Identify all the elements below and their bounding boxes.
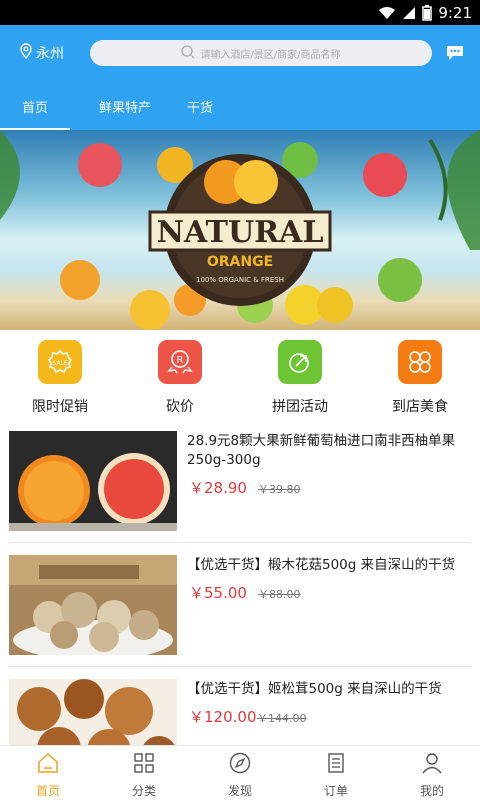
status-time: 9:21 <box>438 3 472 22</box>
banner-logo-ribbon: 100% ORGANIC & FRESH <box>196 276 284 284</box>
message-button[interactable] <box>445 44 465 66</box>
home-icon <box>37 752 59 777</box>
search-icon <box>181 44 195 62</box>
chat-bubble-icon <box>445 46 465 66</box>
app-header: 永州 请输入酒店/景区/商家/商品名称 首页 鲜果特产 干货 <box>0 25 480 130</box>
tab-fresh-fruit[interactable]: 鲜果特产 <box>75 89 175 130</box>
product-price: ￥120.00 <box>189 708 257 726</box>
grid-food-icon <box>398 340 442 384</box>
bottom-tab-category[interactable]: 分类 <box>96 746 192 800</box>
promo-banner[interactable]: NATURAL ORANGE 100% ORGANIC & FRESH <box>0 130 480 330</box>
bottom-tab-label: 我的 <box>419 784 444 798</box>
product-image <box>9 555 177 655</box>
product-item[interactable]: 28.9元8颗大果新鲜葡萄柚进口南非西柚单果250g-300g ￥28.90 ￥… <box>0 425 480 549</box>
battery-icon <box>422 4 433 21</box>
location-selector[interactable]: 永州 <box>20 43 64 63</box>
bottom-tab-label: 分类 <box>131 784 156 798</box>
product-old-price: ￥88.00 <box>258 588 301 601</box>
tab-home[interactable]: 首页 <box>0 89 70 130</box>
banner-illustration: NATURAL ORANGE 100% ORGANIC & FRESH <box>0 130 480 330</box>
category-label: 到店美食 <box>392 399 448 415</box>
wifi-icon <box>378 6 396 20</box>
category-label: 砍价 <box>166 399 194 415</box>
bottom-tab-bar: 首页 分类 发现 订单 我的 <box>0 745 480 800</box>
svg-text:SALE: SALE <box>52 360 67 367</box>
bottom-tab-orders[interactable]: 订单 <box>288 746 384 800</box>
category-label: 拼团活动 <box>272 399 328 415</box>
status-bar: 9:21 <box>0 0 480 25</box>
signal-icon <box>402 6 416 20</box>
compass-icon <box>229 752 251 777</box>
search-placeholder: 请输入酒店/景区/商家/商品名称 <box>200 49 341 61</box>
banner-logo-subtext: ORANGE <box>207 254 273 270</box>
bottom-tab-discover[interactable]: 发现 <box>192 746 288 800</box>
tab-dried-goods[interactable]: 干货 <box>175 89 225 130</box>
divider <box>9 666 471 667</box>
divider <box>9 542 471 543</box>
bottom-tab-label: 订单 <box>323 784 348 798</box>
grid-icon <box>133 752 155 777</box>
product-price: ￥28.90 <box>189 479 247 497</box>
bargain-ribbon-icon: R <box>158 340 202 384</box>
search-input[interactable]: 请输入酒店/景区/商家/商品名称 <box>90 40 432 66</box>
product-title: 【优选干货】姬松茸500g 来自深山的干货 <box>187 681 442 697</box>
group-buy-arrow-icon <box>278 340 322 384</box>
product-title: 28.9元8颗大果新鲜葡萄柚进口南非西柚单果250g-300g <box>187 433 456 468</box>
category-label: 限时促销 <box>32 399 88 415</box>
product-price: ￥55.00 <box>189 584 247 602</box>
product-old-price: ￥39.80 <box>258 483 301 496</box>
bottom-tab-label: 发现 <box>227 784 252 798</box>
location-pin-icon <box>20 43 32 63</box>
user-icon <box>421 752 443 777</box>
bottom-tab-label: 首页 <box>35 784 60 798</box>
product-item[interactable]: 【优选干货】椴木花菇500g 来自深山的干货 ￥55.00 ￥88.00 <box>0 549 480 673</box>
category-dine-in[interactable]: 到店美食 <box>360 330 480 425</box>
banner-logo-text: NATURAL <box>157 215 324 250</box>
top-tabs: 首页 鲜果特产 干货 <box>0 89 480 130</box>
bottom-tab-profile[interactable]: 我的 <box>384 746 480 800</box>
order-list-icon <box>325 752 347 777</box>
product-image <box>9 431 177 531</box>
category-shortcuts: SALE 限时促销 R 砍价 拼团活动 到店美食 <box>0 330 480 425</box>
svg-text:R: R <box>177 355 184 366</box>
product-list: 28.9元8颗大果新鲜葡萄柚进口南非西柚单果250g-300g ￥28.90 ￥… <box>0 425 480 797</box>
location-label: 永州 <box>36 46 64 62</box>
category-flash-sale[interactable]: SALE 限时促销 <box>0 330 120 425</box>
product-title: 【优选干货】椴木花菇500g 来自深山的干货 <box>187 557 456 573</box>
category-bargain[interactable]: R 砍价 <box>120 330 240 425</box>
product-old-price: ￥144.00 <box>257 712 307 725</box>
bottom-tab-home[interactable]: 首页 <box>0 746 96 800</box>
category-group-buy[interactable]: 拼团活动 <box>240 330 360 425</box>
sale-badge-icon: SALE <box>38 340 82 384</box>
